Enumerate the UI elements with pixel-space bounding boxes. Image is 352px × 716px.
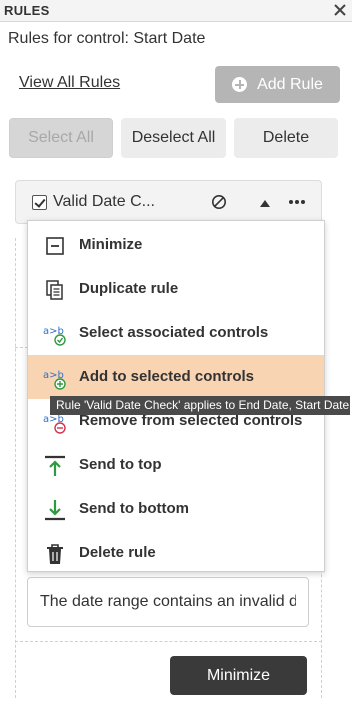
menu-label: Delete rule [79,544,156,561]
menu-item-add-to-selected-controls[interactable]: a>b Add to selected controls [28,355,324,399]
duplicate-icon [43,278,67,302]
message-field[interactable] [27,577,309,627]
view-all-rules-link[interactable]: View All Rules [19,74,120,92]
rule-card[interactable]: Valid Date C... [15,180,322,224]
delete-button[interactable]: Delete [234,118,338,158]
send-to-top-icon [43,454,67,478]
panel-title: RULES [4,3,50,18]
deselect-all-button[interactable]: Deselect All [121,118,226,158]
add-rule-button[interactable]: Add Rule [215,66,340,103]
menu-label: Duplicate rule [79,280,179,297]
more-options-icon[interactable] [287,195,307,209]
trash-icon [43,542,67,566]
select-associated-icon: a>b [43,322,67,346]
collapse-up-icon[interactable] [258,196,272,208]
plus-circle-icon [232,77,248,92]
menu-item-send-to-top[interactable]: Send to top [28,443,324,487]
rules-for-label: Rules for control: Start Date [8,30,206,47]
minimize-icon [43,234,67,258]
add-rule-label: Add Rule [257,75,323,93]
menu-label: Select associated controls [79,324,269,341]
divider [15,641,322,642]
menu-label: Send to bottom [79,500,189,517]
menu-item-select-associated-controls[interactable]: a>b Select associated controls [28,311,324,355]
menu-label: Add to selected controls [79,368,255,385]
menu-item-send-to-bottom[interactable]: Send to bottom [28,487,324,531]
rule-checkbox[interactable] [32,195,47,210]
add-to-selected-icon: a>b [43,366,67,390]
menu-item-minimize[interactable]: Minimize [28,223,324,267]
panel-header: RULES [0,0,352,22]
menu-item-delete-rule[interactable]: Delete rule [28,531,324,575]
menu-item-duplicate-rule[interactable]: Duplicate rule [28,267,324,311]
rule-name: Valid Date C... [53,193,155,210]
tooltip: Rule 'Valid Date Check' applies to End D… [50,396,350,415]
minimize-button[interactable]: Minimize [170,656,307,695]
select-all-button[interactable]: Select All [9,118,113,158]
menu-label: Minimize [79,236,143,253]
disable-icon[interactable] [211,194,227,210]
send-to-bottom-icon [43,498,67,522]
close-icon[interactable] [332,1,348,19]
menu-label: Send to top [79,456,162,473]
